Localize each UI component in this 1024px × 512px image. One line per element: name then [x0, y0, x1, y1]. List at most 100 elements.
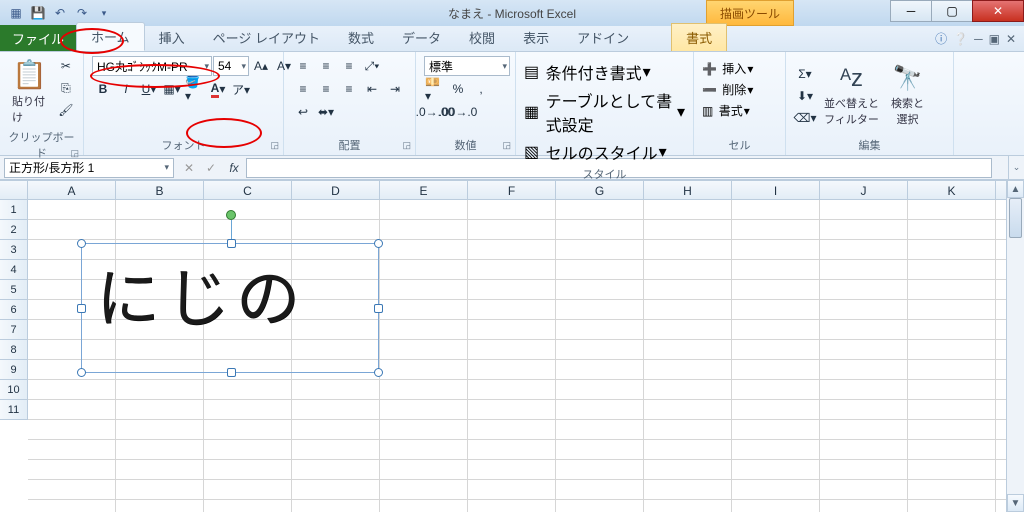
col-header[interactable]: I: [732, 181, 820, 199]
align-left-icon[interactable]: ≡: [292, 79, 314, 99]
undo-icon[interactable]: ↶: [50, 3, 70, 23]
currency-icon[interactable]: 💴▾: [424, 79, 446, 99]
decrease-decimal-icon[interactable]: .00→.0: [447, 102, 469, 122]
workbook-close-icon[interactable]: ✕: [1006, 32, 1016, 46]
row-header[interactable]: 1: [0, 200, 27, 220]
enter-formula-icon[interactable]: ✓: [200, 158, 222, 178]
bold-button[interactable]: B: [92, 79, 114, 99]
border-button[interactable]: ▦▾: [161, 79, 183, 99]
tab-home[interactable]: ホーム: [76, 22, 145, 51]
copy-icon[interactable]: ⎘: [55, 78, 77, 98]
save-icon[interactable]: 💾: [28, 3, 48, 23]
row-header[interactable]: 3: [0, 240, 27, 260]
font-size-combo[interactable]: 54: [213, 56, 249, 76]
resize-handle[interactable]: [77, 239, 86, 248]
col-header[interactable]: E: [380, 181, 468, 199]
cell-styles-button[interactable]: ▧ セルのスタイル▾: [524, 140, 667, 164]
tab-file[interactable]: ファイル: [0, 25, 76, 51]
number-format-combo[interactable]: 標準: [424, 56, 510, 76]
maximize-button[interactable]: ▢: [931, 0, 973, 22]
insert-cells-button[interactable]: ➕ 挿入▾: [702, 60, 753, 77]
redo-icon[interactable]: ↷: [72, 3, 92, 23]
vertical-scrollbar[interactable]: ▲ ▼: [1006, 180, 1024, 512]
col-header[interactable]: D: [292, 181, 380, 199]
help-icon[interactable]: ❔: [953, 32, 968, 46]
resize-handle[interactable]: [374, 239, 383, 248]
tab-addins[interactable]: アドイン: [563, 24, 643, 51]
minimize-ribbon-icon[interactable]: ⓘ: [935, 30, 947, 47]
format-as-table-button[interactable]: ▦ テーブルとして書式設定▾: [524, 88, 685, 136]
tab-page-layout[interactable]: ページ レイアウト: [199, 24, 334, 51]
resize-handle[interactable]: [77, 368, 86, 377]
cancel-formula-icon[interactable]: ✕: [178, 158, 200, 178]
resize-handle[interactable]: [374, 368, 383, 377]
italic-button[interactable]: I: [115, 79, 137, 99]
scroll-down-icon[interactable]: ▼: [1007, 494, 1024, 512]
row-header[interactable]: 7: [0, 320, 27, 340]
row-header[interactable]: 4: [0, 260, 27, 280]
tab-formulas[interactable]: 数式: [334, 24, 388, 51]
cut-icon[interactable]: ✂: [55, 56, 77, 76]
font-name-combo[interactable]: HG丸ｺﾞｼｯｸM-PR: [92, 56, 212, 76]
col-header[interactable]: H: [644, 181, 732, 199]
tab-insert[interactable]: 挿入: [145, 24, 199, 51]
resize-handle[interactable]: [374, 304, 383, 313]
col-header[interactable]: F: [468, 181, 556, 199]
tab-review[interactable]: 校閲: [455, 24, 509, 51]
rotate-handle-icon[interactable]: [226, 210, 236, 220]
workbook-restore-icon[interactable]: ▣: [989, 32, 1000, 46]
row-header[interactable]: 8: [0, 340, 27, 360]
fx-button[interactable]: fx: [222, 158, 246, 178]
row-header[interactable]: 5: [0, 280, 27, 300]
col-header[interactable]: A: [28, 181, 116, 199]
row-header[interactable]: 10: [0, 380, 27, 400]
workbook-minimize-icon[interactable]: ─: [974, 32, 983, 46]
delete-cells-button[interactable]: ➖ 削除▾: [702, 81, 753, 98]
row-header[interactable]: 2: [0, 220, 27, 240]
qat-dropdown-icon[interactable]: ▾: [94, 3, 114, 23]
tab-data[interactable]: データ: [388, 24, 455, 51]
wrap-text-icon[interactable]: ↩: [292, 102, 314, 122]
name-box[interactable]: 正方形/長方形 1: [4, 158, 174, 178]
align-center-icon[interactable]: ≡: [315, 79, 337, 99]
format-painter-icon[interactable]: 🖌: [55, 100, 77, 120]
indent-decrease-icon[interactable]: ⇤: [361, 79, 383, 99]
tab-view[interactable]: 表示: [509, 24, 563, 51]
font-color-button[interactable]: A▾: [207, 79, 229, 99]
resize-handle[interactable]: [77, 304, 86, 313]
align-bottom-icon[interactable]: ≡: [338, 56, 360, 76]
indent-increase-icon[interactable]: ⇥: [384, 79, 406, 99]
resize-handle[interactable]: [227, 239, 236, 248]
scroll-thumb[interactable]: [1009, 198, 1022, 238]
increase-font-icon[interactable]: A▴: [250, 56, 272, 76]
dialog-launcher-icon[interactable]: ◲: [502, 140, 511, 151]
phonetic-button[interactable]: ア▾: [230, 79, 252, 99]
merge-cells-icon[interactable]: ⬌▾: [315, 102, 337, 122]
select-all-corner[interactable]: [0, 181, 28, 199]
minimize-button[interactable]: ─: [890, 0, 932, 22]
paste-button[interactable]: 📋 貼り付け: [8, 56, 51, 127]
underline-button[interactable]: U▾: [138, 79, 160, 99]
sort-filter-button[interactable]: ᴬz 並べ替えと フィルター: [820, 63, 883, 129]
row-header[interactable]: 9: [0, 360, 27, 380]
conditional-format-button[interactable]: ▤ 条件付き書式▾: [524, 60, 651, 84]
autosum-icon[interactable]: Σ▾: [794, 64, 816, 84]
align-middle-icon[interactable]: ≡: [315, 56, 337, 76]
align-top-icon[interactable]: ≡: [292, 56, 314, 76]
comma-icon[interactable]: ,: [470, 79, 492, 99]
percent-icon[interactable]: %: [447, 79, 469, 99]
dialog-launcher-icon[interactable]: ◲: [402, 140, 411, 151]
text-shape[interactable]: にじの: [81, 243, 379, 373]
row-header[interactable]: 6: [0, 300, 27, 320]
close-button[interactable]: ✕: [972, 0, 1024, 22]
col-header[interactable]: K: [908, 181, 996, 199]
align-right-icon[interactable]: ≡: [338, 79, 360, 99]
scroll-up-icon[interactable]: ▲: [1007, 180, 1024, 198]
col-header[interactable]: G: [556, 181, 644, 199]
format-cells-button[interactable]: ▥ 書式▾: [702, 102, 750, 119]
resize-handle[interactable]: [227, 368, 236, 377]
col-header[interactable]: J: [820, 181, 908, 199]
expand-formula-bar-icon[interactable]: ⌄: [1008, 156, 1024, 180]
clear-icon[interactable]: ⌫▾: [794, 108, 816, 128]
tab-format[interactable]: 書式: [671, 23, 727, 51]
